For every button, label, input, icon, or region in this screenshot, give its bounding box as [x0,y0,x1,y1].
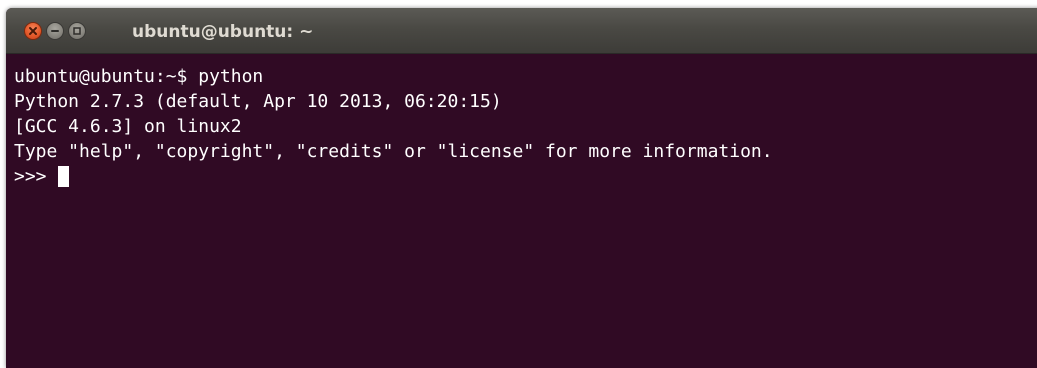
terminal-line: Type "help", "copyright", "credits" or "… [14,141,773,162]
minimize-icon [51,30,59,32]
terminal-line: ubuntu@ubuntu:~$ python [14,66,264,87]
terminal-window: ubuntu@ubuntu: ~ ubuntu@ubuntu:~$ python… [6,8,1037,368]
title-bar[interactable]: ubuntu@ubuntu: ~ [6,8,1037,54]
terminal-line: Python 2.7.3 (default, Apr 10 2013, 06:2… [14,91,502,112]
close-button[interactable] [24,22,42,40]
maximize-icon [73,27,81,35]
window-title: ubuntu@ubuntu: ~ [132,22,314,42]
terminal-area[interactable]: ubuntu@ubuntu:~$ python Python 2.7.3 (de… [6,54,1037,368]
text-cursor [57,166,69,187]
minimize-button[interactable] [46,22,64,40]
terminal-line: [GCC 4.6.3] on linux2 [14,116,242,137]
window-controls [24,21,90,41]
python-prompt: >>> [14,166,47,187]
close-icon [29,27,37,35]
maximize-button[interactable] [68,22,86,40]
python-prompt-line[interactable]: >>> [14,164,1037,189]
